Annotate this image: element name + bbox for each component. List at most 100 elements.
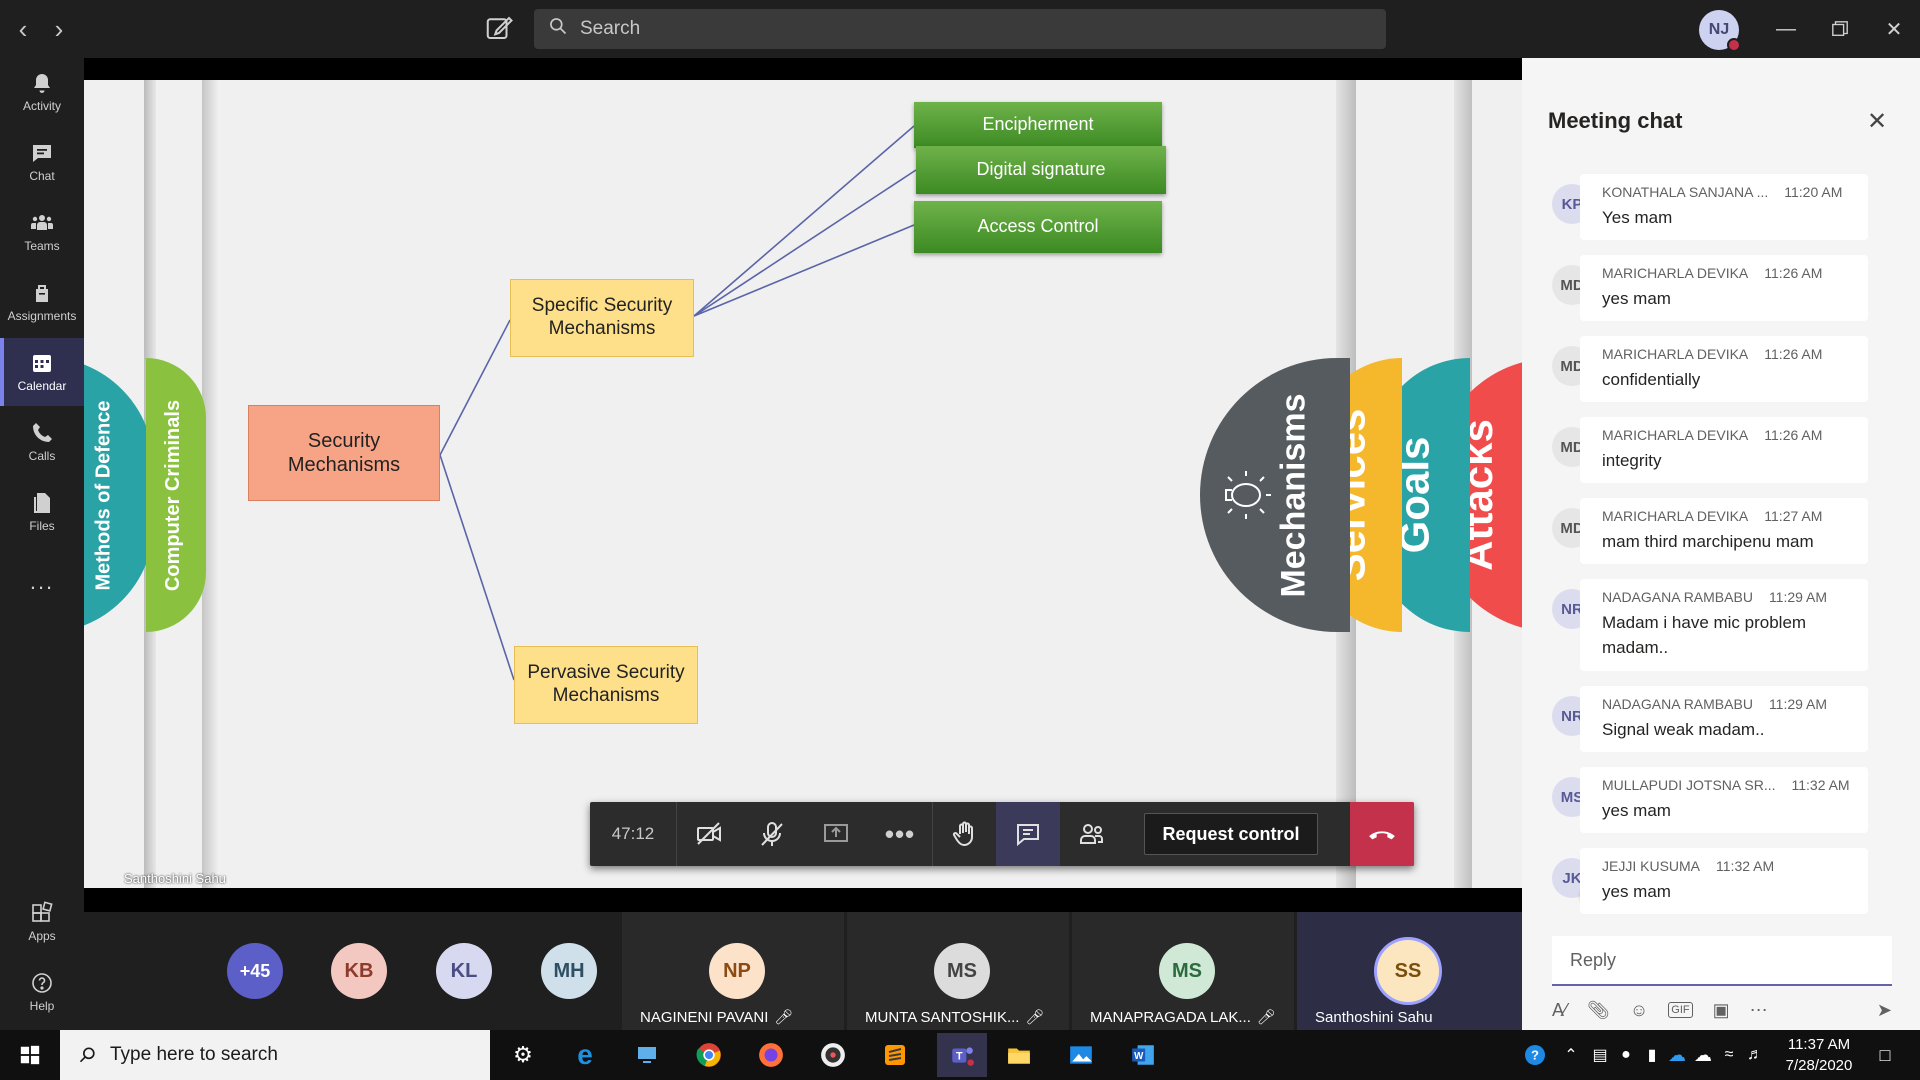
windows-start-icon[interactable] [10, 1036, 50, 1074]
rail-item-help[interactable]: Help [0, 958, 84, 1026]
close-icon[interactable]: ✕ [1866, 108, 1888, 135]
raise-hand-button[interactable] [932, 802, 996, 866]
message-header: MULLAPUDI JOTSNA SR... 11:32 AM [1602, 777, 1856, 793]
sublime-text-icon[interactable] [875, 1036, 915, 1074]
chat-message[interactable]: JEJJI KUSUMA 11:32 AM yes mam [1580, 848, 1868, 914]
show-participants-button[interactable] [1060, 802, 1124, 866]
chat-message[interactable]: MARICHARLA DEVIKA 11:26 AM confidentially [1580, 336, 1868, 402]
microphone-tray-icon[interactable]: ● [1614, 1036, 1638, 1074]
participant-tile[interactable]: MS MANAPRAGADA LAK... 🎤︎ [1072, 912, 1294, 1030]
rail-item-calendar[interactable]: Calendar [0, 338, 84, 406]
format-icon[interactable]: A⁄ [1552, 1000, 1567, 1021]
camera-off-icon [696, 822, 721, 845]
taskbar-search-input[interactable]: Type here to search [60, 1030, 490, 1080]
chat-message[interactable]: NADAGANA RAMBABU 11:29 AM Signal weak mada… [1580, 686, 1868, 752]
participant-tile-presenter[interactable]: SS Santhoshini Sahu [1297, 912, 1522, 1030]
firefox-icon[interactable] [751, 1036, 791, 1074]
chat-message[interactable]: MARICHARLA DEVIKA 11:26 AM yes mam [1580, 255, 1868, 321]
word-icon[interactable]: W [1123, 1036, 1163, 1074]
taskbar-clock[interactable]: 11:37 AM 7/28/2020 [1774, 1034, 1864, 1076]
message-sender: MULLAPUDI JOTSNA SR... [1602, 777, 1776, 793]
minimize-icon[interactable]: — [1766, 14, 1806, 44]
rail-item-assignments[interactable]: Assignments [0, 268, 84, 336]
send-icon[interactable]: ➤ [1877, 1000, 1892, 1021]
teams-taskbar-icon[interactable]: T [937, 1033, 987, 1077]
chat-message[interactable]: KONATHALA SANJANA ... 11:20 AM Yes mam [1580, 174, 1868, 240]
search-input[interactable]: Search [534, 9, 1386, 49]
message-sender: MARICHARLA DEVIKA [1602, 346, 1749, 362]
node-security-mechanisms: Security Mechanisms [248, 405, 440, 501]
media-player-icon[interactable] [813, 1036, 853, 1074]
forward-arrow-icon[interactable]: › [44, 12, 74, 46]
device-tray-icon[interactable]: ▤ [1588, 1036, 1612, 1074]
chat-message[interactable]: MARICHARLA DEVIKA 11:26 AM integrity [1580, 417, 1868, 483]
overflow-participants-button[interactable]: +45 [227, 943, 283, 999]
rail-item-calls[interactable]: Calls [0, 408, 84, 476]
message-header: MARICHARLA DEVIKA 11:26 AM [1602, 346, 1856, 362]
message-time: 11:32 AM [1716, 858, 1775, 874]
request-control-button[interactable]: Request control [1144, 813, 1318, 855]
compose-icon[interactable] [484, 13, 516, 45]
rail-item-apps[interactable]: Apps [0, 888, 84, 956]
rail-item-activity[interactable]: Activity [0, 58, 84, 126]
chat-icon [1017, 824, 1039, 847]
show-chat-button[interactable] [996, 802, 1060, 866]
phone-icon [33, 423, 52, 442]
settings-icon[interactable]: ⚙ [503, 1036, 543, 1074]
rail-label: Files [29, 519, 55, 533]
chat-message[interactable]: NADAGANA RAMBABU 11:29 AM Madam i have mic… [1580, 579, 1868, 671]
maximize-icon[interactable] [1820, 14, 1860, 44]
svg-text:T: T [956, 1050, 963, 1062]
more-options-icon[interactable]: ⋯ [1750, 1000, 1768, 1021]
rail-label: Teams [24, 239, 60, 253]
participant-tile[interactable]: MS MUNTA SANTOSHIK... 🎤︎ [847, 912, 1069, 1030]
participant-avatar[interactable]: KB [331, 943, 387, 999]
hang-up-icon [1369, 831, 1395, 840]
show-hidden-icons-icon[interactable]: ⌃ [1560, 1036, 1582, 1074]
mic-off-icon: 🎤︎ [1025, 1009, 1045, 1026]
message-time: 11:26 AM [1764, 265, 1823, 281]
participant-tile[interactable]: NP NAGINENI PAVANI 🎤︎ [622, 912, 844, 1030]
teams-icon [31, 215, 53, 230]
back-arrow-icon[interactable]: ‹ [8, 12, 38, 46]
attach-icon[interactable]: 📎︎ [1587, 1000, 1610, 1021]
presenter-name: Santhoshini Sahu [124, 871, 226, 886]
photos-icon[interactable] [1061, 1036, 1101, 1074]
onedrive-personal-icon[interactable]: ☁ [1690, 1036, 1716, 1074]
edge-browser-icon[interactable]: e [565, 1036, 605, 1074]
file-explorer-icon[interactable] [999, 1036, 1039, 1074]
onedrive-icon[interactable]: ☁ [1664, 1036, 1690, 1074]
gif-icon[interactable]: GIF [1668, 1002, 1693, 1018]
camera-off-button[interactable] [676, 802, 740, 866]
participant-name: MANAPRAGADA LAK... 🎤︎ [1090, 1008, 1276, 1027]
wifi-icon[interactable]: ≈ [1716, 1036, 1742, 1074]
participant-name: Santhoshini Sahu [1315, 1008, 1433, 1026]
rail-item-teams[interactable]: Teams [0, 198, 84, 266]
hang-up-button[interactable] [1350, 802, 1414, 866]
help-tray-icon[interactable]: ? [1520, 1036, 1550, 1074]
rail-item-files[interactable]: Files [0, 478, 84, 546]
participant-avatar[interactable]: KL [436, 943, 492, 999]
chat-message[interactable]: MULLAPUDI JOTSNA SR... 11:32 AM yes mam [1580, 767, 1868, 833]
more-actions-icon[interactable]: ••• [868, 802, 932, 866]
message-body: integrity [1602, 451, 1662, 470]
user-avatar[interactable]: NJ [1699, 10, 1741, 52]
rail-item-chat[interactable]: Chat [0, 128, 84, 196]
message-body: yes mam [1602, 882, 1671, 901]
message-sender: NADAGANA RAMBABU [1602, 696, 1753, 712]
chat-icon [33, 145, 51, 162]
sticker-icon[interactable]: ▣ [1713, 1000, 1730, 1021]
share-button[interactable] [804, 802, 868, 866]
emoji-icon[interactable]: ☺ [1630, 1000, 1648, 1021]
more-apps-icon[interactable]: ... [0, 548, 84, 616]
notifications-icon[interactable]: □ [1868, 1036, 1902, 1074]
chat-message[interactable]: MARICHARLA DEVIKA 11:27 AM mam third march… [1580, 498, 1868, 564]
reply-input[interactable]: Reply [1552, 936, 1892, 986]
chrome-icon[interactable] [689, 1036, 729, 1074]
close-window-icon[interactable]: ✕ [1874, 14, 1914, 44]
volume-icon[interactable]: ♬ [1742, 1036, 1768, 1074]
participant-avatar[interactable]: MH [541, 943, 597, 999]
mute-button[interactable] [740, 802, 804, 866]
this-pc-icon[interactable] [627, 1036, 667, 1074]
usb-tray-icon[interactable]: ▮ [1640, 1036, 1664, 1074]
